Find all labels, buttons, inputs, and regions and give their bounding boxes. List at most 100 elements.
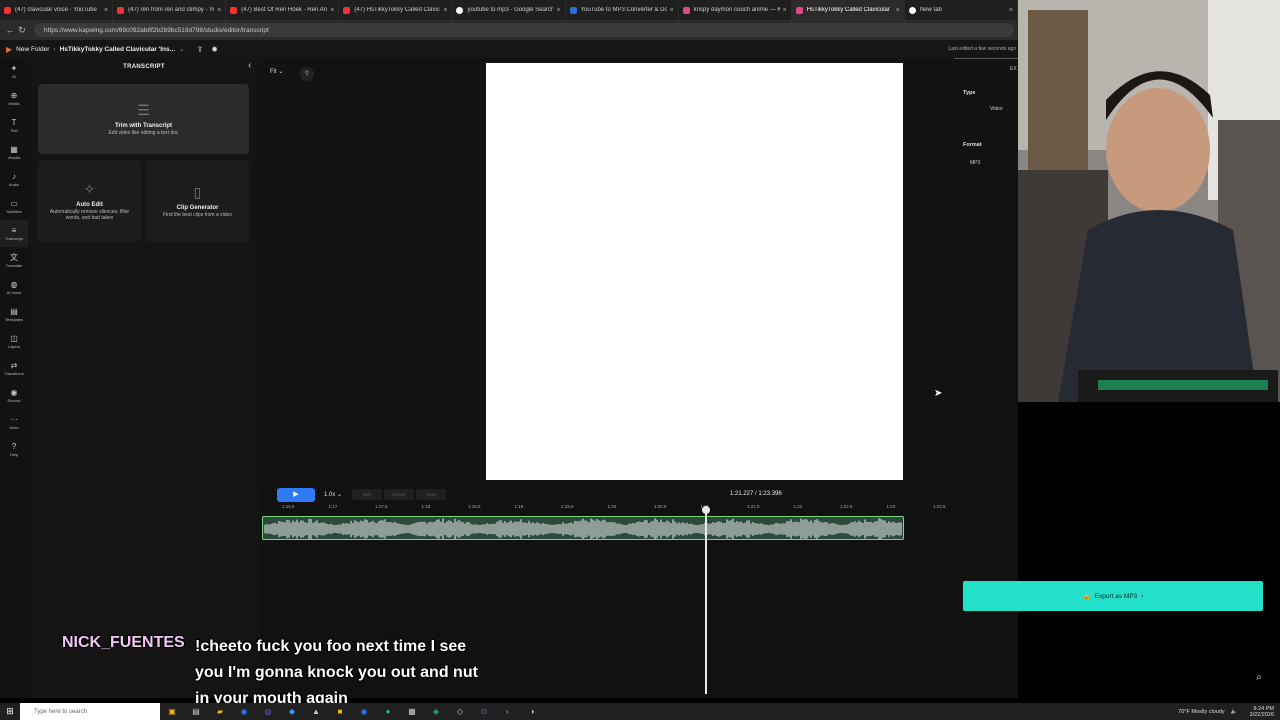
browser-tab-strip: (47) clavicular voice - YouTube × (47) ren…: [0, 0, 1018, 20]
taskbar: ⊞ Type here to search ▣ ▤ ▰ ◉ ◎ ◆ ▲ ■ ◉ …: [0, 703, 1280, 720]
templates-icon: ▤: [10, 307, 18, 316]
transcript-icon: ≡: [11, 226, 17, 235]
rail-item-media[interactable]: ⊕ Media: [0, 85, 28, 112]
lock-icon: 🔒: [1082, 593, 1091, 600]
browser-tab[interactable]: krispy daymon couch anime — Kapwing×: [679, 0, 792, 20]
rail-item-record[interactable]: ◉ Record: [0, 382, 28, 409]
rail-item-more[interactable]: ··· More: [0, 409, 28, 436]
folder-icon[interactable]: ▰: [208, 707, 232, 716]
browser-tab[interactable]: (47) HsTikkyTokky Called Clavicular ×: [339, 0, 453, 20]
browser-tab[interactable]: New tab ×: [905, 0, 1018, 20]
app-icon[interactable]: ⊙: [472, 707, 496, 716]
back-arrow-icon[interactable]: ←: [4, 25, 16, 35]
chevron-down-icon[interactable]: ⌄: [179, 45, 184, 53]
export-tab[interactable]: EX: [1010, 66, 1017, 72]
rail-item-subtitles[interactable]: ▭ Subtitles: [0, 193, 28, 220]
taskbar-clock[interactable]: 8:24 PM 3/22/2026: [1244, 706, 1274, 718]
app-icon[interactable]: ◐: [496, 707, 520, 716]
mic-icon: ◍: [10, 280, 18, 289]
browser-tab[interactable]: (47) clavicular voice - YouTube ×: [0, 0, 114, 20]
app-icon[interactable]: ●: [376, 707, 400, 716]
type-select[interactable]: Video: [990, 106, 1003, 112]
rail-item-ai[interactable]: ✦ AI: [0, 58, 28, 85]
delete-button[interactable]: Delete: [384, 489, 414, 500]
zoom-fit-dropdown[interactable]: Fit ⌄: [270, 68, 283, 75]
url-field[interactable]: https://www.kapwing.com/69c092ab8f2b2b9b…: [34, 23, 1014, 37]
rail-item-templates[interactable]: ▤ Templates: [0, 301, 28, 328]
close-tab-icon[interactable]: ×: [1009, 7, 1013, 14]
rail-item-help[interactable]: ? Help: [0, 436, 28, 463]
breadcrumb-folder[interactable]: New Folder: [16, 46, 49, 53]
playhead-handle[interactable]: [702, 506, 710, 514]
play-button[interactable]: ▶: [277, 488, 315, 502]
timecode: 1:21.227 / 1:23.396: [730, 491, 782, 497]
subtitles-icon: ▭: [10, 199, 18, 208]
close-tab-icon[interactable]: ×: [330, 7, 334, 14]
auto-edit-card[interactable]: ✧ Auto Edit Automatically remove silence…: [38, 160, 141, 242]
ruler-tick-label: 1:18.5: [468, 504, 481, 509]
playhead[interactable]: [702, 506, 710, 694]
lightbulb-icon[interactable]: ✹: [211, 45, 218, 54]
undo-button[interactable]: Undo: [416, 489, 446, 500]
app-icon[interactable]: ▦: [400, 707, 424, 716]
windows-start-icon[interactable]: ⊞: [0, 706, 20, 717]
rail-item-label: Subtitles: [6, 209, 22, 214]
obs-icon[interactable]: ◎: [256, 707, 280, 716]
rail-item-label: AI Voice: [6, 290, 22, 295]
app-icon[interactable]: ◈: [424, 707, 448, 716]
file-explorer-icon[interactable]: ▤: [184, 707, 208, 716]
video-canvas[interactable]: [486, 63, 903, 480]
clip-generator-card[interactable]: ▯ Clip Generator Find the best clips fro…: [146, 160, 249, 242]
app-icon[interactable]: ▲: [304, 707, 328, 716]
rail-item-ai-voice[interactable]: ◍ AI Voice: [0, 274, 28, 301]
browser-tab[interactable]: YouTube to MP3 Converter & Download×: [566, 0, 679, 20]
close-tab-icon[interactable]: ×: [443, 7, 447, 14]
close-tab-icon[interactable]: ×: [783, 7, 787, 14]
close-tab-icon[interactable]: ×: [670, 7, 674, 14]
taskbar-search-input[interactable]: Type here to search: [20, 703, 160, 720]
taskview-icon[interactable]: ▣: [160, 707, 184, 716]
speaker-icon[interactable]: 🔈: [1231, 709, 1238, 715]
app-icon[interactable]: ◇: [448, 707, 472, 716]
reload-icon[interactable]: ↻: [16, 25, 28, 36]
trim-with-transcript-card[interactable]: ☰ Trim with Transcript Edit video like e…: [38, 84, 249, 154]
converter-icon: [569, 6, 577, 14]
speed-dropdown[interactable]: 1.0x ⌄: [324, 491, 342, 498]
rail-item-transitions[interactable]: ⇄ Transitions: [0, 355, 28, 382]
project-title[interactable]: HsTikkyTokky Called Clavicular 'Ins...: [60, 46, 175, 53]
app-icon[interactable]: ◉: [352, 707, 376, 716]
close-tab-icon[interactable]: ×: [104, 7, 108, 14]
rail-item-layers[interactable]: ◫ Layers: [0, 328, 28, 355]
app-icon[interactable]: ■: [328, 707, 352, 716]
weather-widget[interactable]: 70°F Mostly cloudy: [1178, 709, 1225, 715]
close-tab-icon[interactable]: ×: [556, 7, 560, 14]
mouse-cursor-icon: ➤: [934, 388, 943, 399]
close-tab-icon[interactable]: ×: [896, 7, 900, 14]
link-icon[interactable]: ⚲: [300, 67, 314, 81]
rail-item-transcript[interactable]: ≡ Transcript: [0, 220, 28, 247]
browser-tab[interactable]: youtube to mp3 - Google Search ×: [452, 0, 566, 20]
export-button[interactable]: 🔒 Export as MP3 ›: [963, 581, 1263, 611]
search-icon[interactable]: ⌕: [1250, 672, 1268, 688]
browser-tab[interactable]: (47) Best Of Ren Höek - Ren And Stimpy×: [226, 0, 340, 20]
browser-tab[interactable]: HsTikkyTokky Called Clavicular ×: [791, 0, 905, 20]
transcript-panel: TRANSCRIPT ‹ ☰ Trim with Transcript Edit…: [28, 58, 260, 698]
app-icon[interactable]: ◆: [280, 707, 304, 716]
chrome-icon[interactable]: ◉: [232, 707, 256, 716]
audio-track-clip[interactable]: [262, 516, 904, 540]
rail-item-visuals[interactable]: ▦ Visuals: [0, 139, 28, 166]
rail-item-text[interactable]: T Text: [0, 112, 28, 139]
rail-item-audio[interactable]: ♪ Audio: [0, 166, 28, 193]
rail-item-translate[interactable]: 文 Translate: [0, 247, 28, 274]
browser-tab[interactable]: (47) ren from ren and stimpy - YouTube×: [113, 0, 227, 20]
split-button[interactable]: Split: [352, 489, 382, 500]
kapwing-logo-icon[interactable]: ▶: [6, 45, 12, 54]
timeline-ruler[interactable]: 1:16.5 1:17 1:17.5 1:18 1:18.5 1:19 1:19.5 1:20…: [260, 504, 954, 514]
text-icon: T: [11, 118, 17, 127]
close-tab-icon[interactable]: ×: [217, 7, 221, 14]
format-select[interactable]: MP3: [970, 160, 980, 166]
app-icon[interactable]: ◑: [520, 707, 544, 716]
collapse-panel-icon[interactable]: ‹: [248, 60, 251, 71]
ruler-tick-label: 1:17.5: [375, 504, 388, 509]
share-icon[interactable]: ⇪: [196, 45, 203, 54]
